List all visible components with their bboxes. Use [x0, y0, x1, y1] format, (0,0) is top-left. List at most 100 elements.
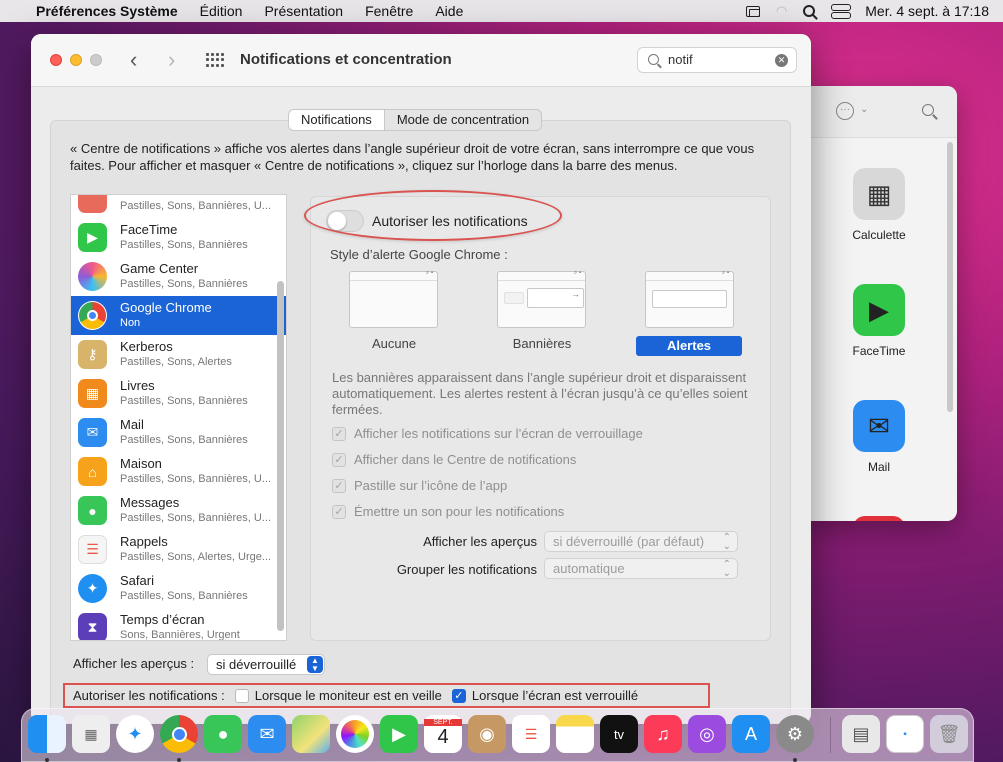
global-previews-popup[interactable]: si déverrouillé ▲ ▼: [207, 654, 325, 675]
safari-icon: ✦: [78, 574, 107, 603]
list-item-safari[interactable]: ✦ Safari Pastilles, Sons, Bannières: [71, 569, 286, 608]
background-window-toolbar: ··· ⌄: [804, 86, 957, 138]
alert-style-none-preview[interactable]: [349, 270, 438, 328]
menubar-clock[interactable]: Mer. 4 sept. à 17:18: [865, 3, 989, 19]
maps-icon[interactable]: [292, 715, 330, 753]
app-previews-popup[interactable]: si déverrouillé (par défaut) ⌃ ⌄: [544, 531, 738, 552]
list-item-temps-ecran[interactable]: ⧗ Temps d’écran Sons, Bannières, Urgent: [71, 608, 286, 640]
highlight-annotation-oval: [304, 190, 562, 241]
mail-icon[interactable]: ✉: [248, 715, 286, 753]
launchpad-icon[interactable]: ▦: [72, 715, 110, 753]
highlight-annotation-rectangle: [63, 683, 710, 708]
chevron-down-icon[interactable]: ⌄: [860, 104, 868, 115]
wifi-icon[interactable]: ◠: [776, 3, 787, 19]
safari-icon[interactable]: ✦: [116, 715, 154, 753]
list-item-rappels[interactable]: ☰ Rappels Pastilles, Sons, Alertes, Urge…: [71, 530, 286, 569]
list-item-livres[interactable]: ▦ Livres Pastilles, Sons, Bannières: [71, 374, 286, 413]
contacts-icon[interactable]: ◉: [468, 715, 506, 753]
show-all-grid-icon[interactable]: [206, 53, 224, 67]
mail-icon: ✉: [853, 400, 905, 452]
app-store-icon[interactable]: A: [732, 715, 770, 753]
control-center-icon[interactable]: [831, 4, 852, 19]
home-icon: ⌂: [78, 457, 107, 486]
app-previews-label: Afficher les aperçus: [423, 534, 537, 549]
alert-style-alerts-label[interactable]: Alertes: [636, 336, 742, 356]
menu-bar: Préférences Système Édition Présentation…: [0, 0, 1003, 22]
finder-icon[interactable]: [28, 715, 66, 753]
podcasts-icon[interactable]: ◎: [688, 715, 726, 753]
menu-presentation[interactable]: Présentation: [253, 3, 354, 19]
group-notifications-popup[interactable]: automatique ⌃ ⌄: [544, 558, 738, 579]
facetime-icon: ▶: [853, 284, 905, 336]
reminders-icon: ☰: [78, 535, 107, 564]
menu-fenetre[interactable]: Fenêtre: [354, 3, 424, 19]
search-icon[interactable]: [922, 104, 934, 116]
list-item-maison[interactable]: ⌂ Maison Pastilles, Sons, Bannières, U..…: [71, 452, 286, 491]
notification-center-description: « Centre de notifications » affiche vos …: [70, 141, 755, 173]
running-indicator: [45, 758, 49, 762]
menu-aide[interactable]: Aide: [424, 3, 474, 19]
minimize-window-button[interactable]: [70, 54, 82, 66]
clear-search-icon[interactable]: ✕: [775, 54, 788, 67]
preview-icon[interactable]: ▤: [842, 715, 880, 753]
checkbox-sound[interactable]: ✓ Émettre un son pour les notifications: [332, 504, 564, 519]
alert-style-banners-preview[interactable]: →: [497, 270, 586, 328]
menu-edition[interactable]: Édition: [189, 3, 254, 19]
system-preferences-window: ‹ › Notifications et concentration ✕ Not…: [31, 34, 811, 724]
calendar-icon[interactable]: SEPT. 4: [424, 715, 462, 753]
photos-icon[interactable]: [336, 715, 374, 753]
alert-style-alerts-preview[interactable]: [645, 270, 734, 328]
group-notifications-label: Grouper les notifications: [396, 562, 537, 577]
checkbox-icon: ✓: [332, 504, 346, 519]
trash-icon[interactable]: 🗑: [930, 715, 968, 753]
list-item-game-center[interactable]: Game Center Pastilles, Sons, Bannières: [71, 257, 286, 296]
document-icon[interactable]: ▪: [886, 715, 924, 753]
checkbox-lock-screen[interactable]: ✓ Afficher les notifications sur l’écran …: [332, 426, 643, 441]
zoom-window-button[interactable]: [90, 54, 102, 66]
app-tile-calculette[interactable]: ▦ Calculette: [842, 168, 916, 242]
facetime-icon[interactable]: ▶: [380, 715, 418, 753]
back-button[interactable]: ‹: [130, 47, 137, 73]
more-options-icon[interactable]: ···: [836, 102, 854, 120]
tv-icon[interactable]: tv: [600, 715, 638, 753]
tab-notifications[interactable]: Notifications: [289, 110, 385, 130]
list-item-messages[interactable]: ● Messages Pastilles, Sons, Bannières, U…: [71, 491, 286, 530]
scrollbar[interactable]: [947, 142, 953, 412]
reminders-icon[interactable]: ☰: [512, 715, 550, 753]
alert-style-banners-label[interactable]: Bannières: [489, 336, 595, 351]
screen-mirroring-icon[interactable]: [745, 5, 760, 17]
spotlight-search-icon[interactable]: [803, 5, 816, 17]
checkbox-badge[interactable]: ✓ Pastille sur l’icône de l’app: [332, 478, 507, 493]
system-preferences-icon[interactable]: ⚙: [776, 715, 814, 753]
list-item-kerberos[interactable]: ⚷ Kerberos Pastilles, Sons, Alertes: [71, 335, 286, 374]
music-icon[interactable]: ♫: [644, 715, 682, 753]
list-item-google-chrome[interactable]: Google Chrome Non: [71, 296, 286, 335]
search-field[interactable]: ✕: [637, 47, 797, 73]
search-icon: [648, 54, 659, 65]
up-down-chevron-icon: ▲ ▼: [307, 656, 323, 673]
alert-style-none-label[interactable]: Aucune: [341, 336, 447, 351]
tab-bar: Notifications Mode de concentration: [288, 109, 543, 131]
notes-icon[interactable]: [556, 715, 594, 753]
search-input[interactable]: [668, 52, 768, 67]
app-tile-facetime[interactable]: ▶ FaceTime: [842, 284, 916, 358]
tab-focus-mode[interactable]: Mode de concentration: [385, 110, 541, 130]
forward-button[interactable]: ›: [168, 47, 175, 73]
checkbox-notification-center[interactable]: ✓ Afficher dans le Centre de notification…: [332, 452, 576, 467]
chrome-icon: [78, 301, 107, 330]
chrome-icon[interactable]: [160, 715, 198, 753]
messages-icon[interactable]: ●: [204, 715, 242, 753]
menu-app-name[interactable]: Préférences Système: [36, 3, 189, 19]
arrow-right-icon: →: [571, 289, 580, 299]
list-scrollbar[interactable]: [277, 281, 284, 631]
app-tile-mail[interactable]: ✉ Mail: [842, 400, 916, 474]
up-down-chevron-icon: ⌃ ⌄: [722, 532, 731, 552]
checkbox-icon: ✓: [332, 478, 346, 493]
list-item-mail[interactable]: ✉ Mail Pastilles, Sons, Bannières: [71, 413, 286, 452]
screen-time-icon: ⧗: [78, 613, 107, 640]
up-down-chevron-icon: ⌃ ⌄: [722, 559, 731, 579]
list-item[interactable]: Pastilles, Sons, Bannières, U...: [71, 195, 286, 218]
close-window-button[interactable]: [50, 54, 62, 66]
app-list[interactable]: Pastilles, Sons, Bannières, U... ▶ FaceT…: [70, 194, 287, 641]
list-item-facetime[interactable]: ▶ FaceTime Pastilles, Sons, Bannières: [71, 218, 286, 257]
